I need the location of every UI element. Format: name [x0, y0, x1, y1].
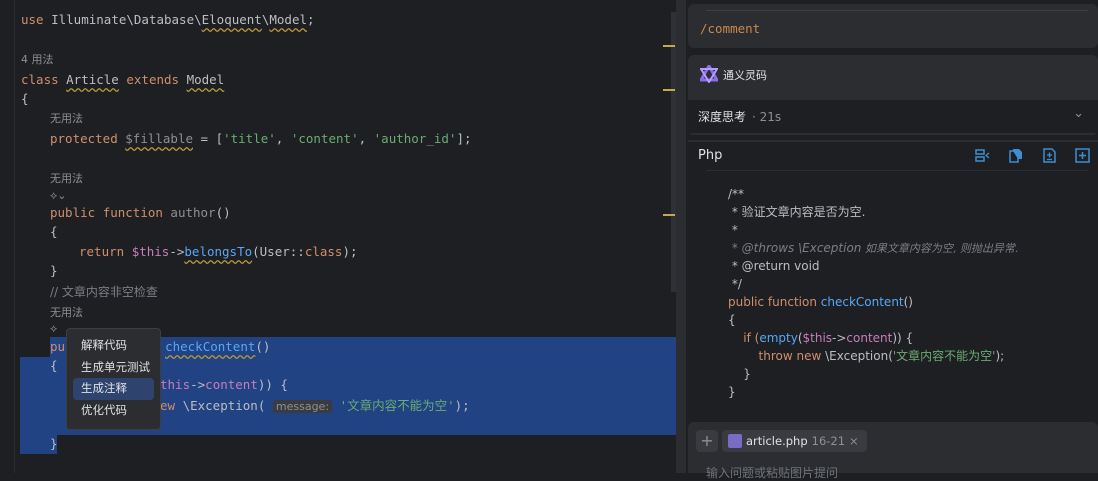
warning-marker[interactable]	[663, 89, 675, 91]
code-line: public function author()	[50, 205, 231, 220]
file-name: article.php	[746, 434, 808, 448]
code-comment: // 文章内容非空检查	[50, 285, 158, 299]
code-line: throw new \Exception('文章内容不能为空');	[728, 349, 1005, 363]
new-file-icon[interactable]	[1075, 148, 1090, 163]
code-line: */	[728, 277, 742, 291]
php-file-icon	[728, 434, 742, 448]
tongyi-logo-icon	[700, 65, 718, 83]
code-line: use Illuminate\Database\Eloquent\Model;	[21, 12, 315, 27]
divider	[706, 10, 1088, 11]
usages-hint[interactable]: 无用法	[50, 111, 83, 127]
thinking-time: · 21s	[752, 110, 782, 124]
code-line: }	[50, 263, 58, 278]
parameter-hint: message:	[272, 400, 333, 413]
code-line: *	[728, 223, 738, 237]
code-line: protected $fillable = ['title', 'content…	[50, 131, 472, 146]
insert-diff-icon[interactable]	[975, 148, 990, 163]
code-line: }	[728, 367, 751, 381]
remove-context-icon[interactable]: ×	[849, 430, 859, 452]
warning-marker[interactable]	[663, 45, 675, 47]
code-line: }	[50, 436, 58, 451]
chevron-down-icon[interactable]: ⌄	[1073, 106, 1084, 121]
code-line: {	[728, 313, 736, 327]
file-context-chip[interactable]: article.php 16-21 ×	[722, 430, 867, 452]
code-line: * @throws \Exception 如果文章内容为空, 则抛出异常.	[728, 241, 1019, 255]
copy-icon[interactable]	[1009, 148, 1024, 163]
chat-input-area: + article.php 16-21 × 输入问题或粘贴图片提问	[688, 422, 1098, 480]
code-line: this->content)) {	[160, 377, 288, 392]
thinking-label: 深度思考	[698, 110, 747, 124]
line-range: 16-21	[811, 434, 846, 448]
code-block: Php /** * 验证文章内容是否为空. * * @throws \Excep…	[688, 140, 1098, 410]
code-language: Php	[698, 148, 723, 163]
code-line: {	[21, 91, 29, 106]
code-line: * 验证文章内容是否为空.	[728, 205, 866, 219]
ai-action-icon[interactable]: ⟡	[50, 321, 57, 337]
divider	[706, 170, 1088, 171]
usages-hint[interactable]: 无用法	[50, 171, 83, 187]
code-line: ew \Exception( message: '文章内容不能为空');	[160, 398, 470, 413]
code-line: * @return void	[728, 259, 820, 273]
usages-hint[interactable]: 4 用法	[21, 52, 54, 68]
user-message: /comment	[688, 4, 1098, 48]
code-editor[interactable]: use Illuminate\Database\Eloquent\Model; …	[0, 0, 676, 473]
usages-hint[interactable]: 无用法	[50, 305, 83, 321]
menu-item-optimize-code[interactable]: 优化代码	[73, 400, 154, 422]
code-line: if (empty($this->content)) {	[728, 331, 914, 345]
code-line: class Article extends Model	[21, 72, 225, 87]
code-line: }	[728, 385, 736, 399]
ai-context-menu: 解释代码 生成单元测试 生成注释 优化代码	[66, 328, 161, 430]
code-line: return $this->belongsTo(User::class);	[79, 244, 358, 259]
ai-assistant-panel: /comment 通义灵码 深度思考 · 21s ⌄ Php /** * 验证文章…	[676, 0, 1098, 480]
code-line: {	[50, 224, 58, 239]
code-line: {	[50, 358, 58, 373]
assistant-name: 通义灵码	[723, 69, 767, 82]
code-line: /**	[728, 187, 745, 201]
add-context-button[interactable]: +	[696, 430, 718, 452]
menu-item-explain-code[interactable]: 解释代码	[73, 335, 154, 357]
command-text: /comment	[700, 21, 761, 36]
menu-item-generate-comment[interactable]: 生成注释	[73, 378, 154, 400]
diff-file-icon[interactable]	[1042, 148, 1057, 163]
ai-action-icon[interactable]: ⟡⌄	[50, 188, 67, 204]
warning-marker[interactable]	[663, 214, 675, 216]
gutter-divider	[14, 0, 15, 473]
deep-thinking-toggle[interactable]: 深度思考 · 21s ⌄	[688, 100, 1098, 133]
menu-item-generate-unit-test[interactable]: 生成单元测试	[73, 357, 154, 379]
code-line: public function checkContent()	[728, 295, 913, 309]
